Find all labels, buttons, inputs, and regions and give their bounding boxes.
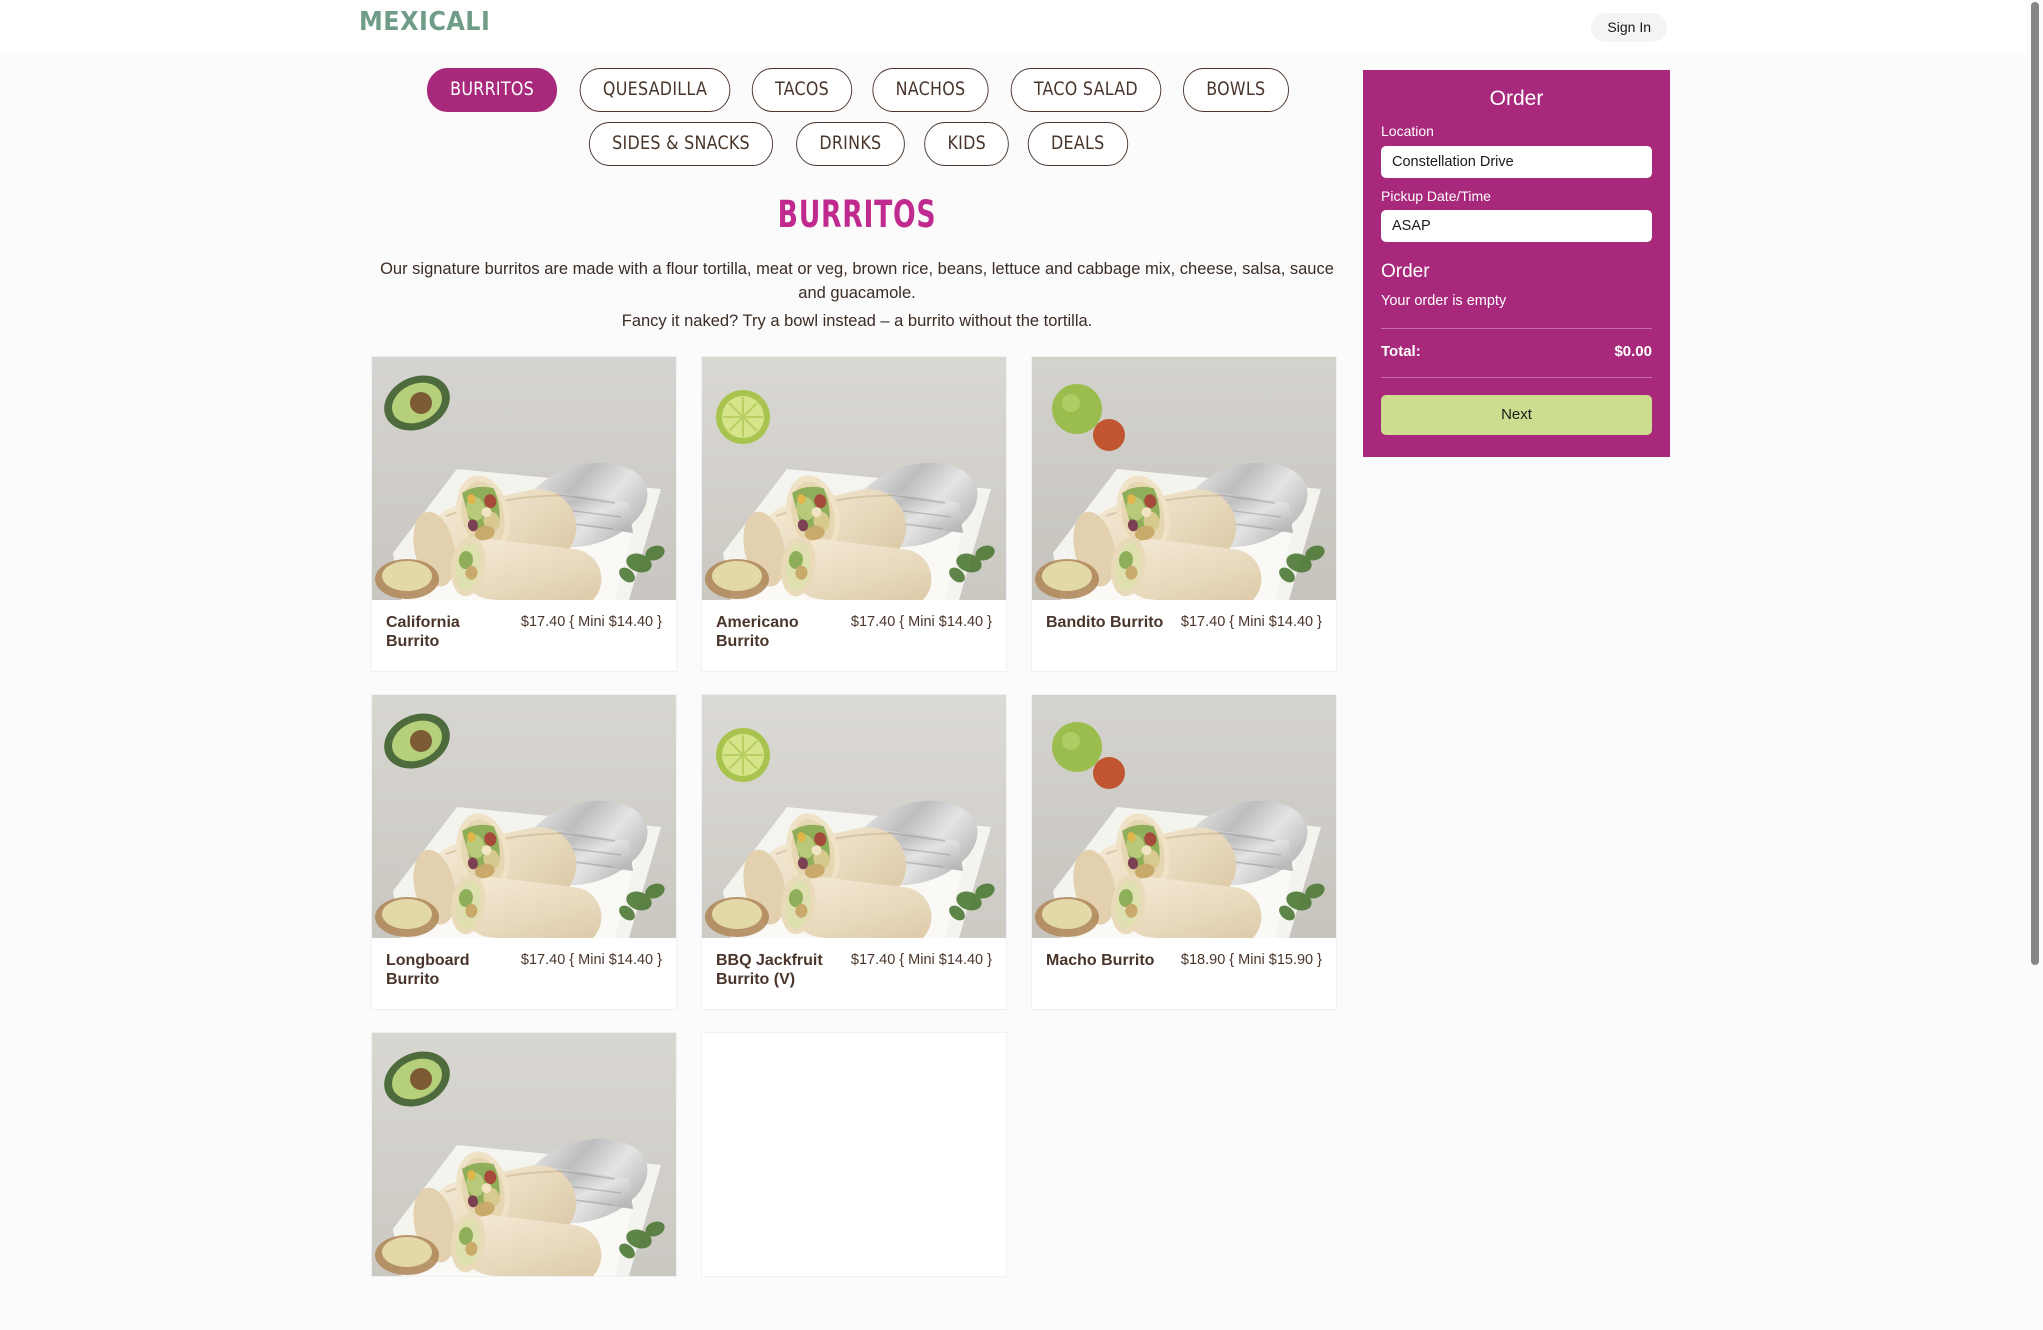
product-image — [1032, 356, 1336, 600]
product-image — [372, 1032, 676, 1276]
product-price: $18.90 { Mini $15.90 } — [1180, 951, 1322, 968]
sign-in-button[interactable]: Sign In — [1591, 13, 1667, 42]
order-divider-bottom — [1381, 377, 1652, 379]
tab-drinks[interactable]: DRINKS — [796, 122, 905, 166]
product-price: $17.40 { Mini $14.40 } — [520, 951, 662, 968]
tab-deals[interactable]: DEALS — [1028, 122, 1129, 166]
product-info: Macho Burrito $18.90 { Mini $15.90 } — [1032, 938, 1336, 1000]
main-content: BURRITOS QUESADILLA TACOS NACHOS TACO SALAD B… — [352, 54, 1362, 1277]
tab-sides-snacks[interactable]: SIDES & SNACKS — [589, 122, 774, 166]
product-card[interactable]: Longboard Burrito $17.40 { Mini $14.40 } — [371, 693, 677, 1010]
product-grid: California Burrito $17.40 { Mini $14.40 } — [352, 355, 1362, 1277]
tab-nachos[interactable]: NACHOS — [872, 68, 989, 112]
product-name: BBQ Jackfruit Burrito (V) — [716, 951, 823, 989]
tab-bowls[interactable]: BOWLS — [1182, 68, 1289, 112]
product-image — [702, 694, 1006, 938]
product-price: $17.40 { Mini $14.40 } — [850, 613, 992, 630]
product-image — [702, 356, 1006, 600]
page-title: BURRITOS — [777, 193, 937, 236]
product-name: Americano Burrito — [716, 613, 799, 651]
order-items-heading: Order — [1381, 261, 1430, 283]
tab-tacos[interactable]: TACOS — [751, 68, 853, 112]
order-total-label: Total: — [1381, 343, 1421, 361]
site-header: MEXICALI Sign In — [0, 0, 2035, 54]
product-info: Americano Burrito $17.40 { Mini $14.40 } — [702, 600, 1006, 671]
product-price: $17.40 { Mini $14.40 } — [850, 951, 992, 968]
order-panel-title: Order — [1489, 87, 1544, 110]
product-info: Bandito Burrito $17.40 { Mini $14.40 } — [1032, 600, 1336, 662]
product-name: Longboard Burrito — [386, 951, 470, 989]
product-card[interactable] — [701, 1031, 1007, 1277]
product-price: $17.40 { Mini $14.40 } — [520, 613, 662, 630]
product-name: Bandito Burrito — [1046, 613, 1164, 631]
order-total-amount: $0.00 — [1614, 343, 1652, 361]
pickup-datetime-input[interactable] — [1381, 210, 1652, 243]
product-price: $17.40 { Mini $14.40 } — [1180, 613, 1322, 630]
tab-burritos[interactable]: BURRITOS — [426, 68, 557, 112]
product-info: Longboard Burrito $17.40 { Mini $14.40 } — [372, 938, 676, 1009]
tab-kids[interactable]: KIDS — [924, 122, 1010, 166]
product-card[interactable] — [371, 1031, 677, 1277]
order-total-row: Total: $0.00 — [1381, 329, 1652, 360]
tab-quesadilla[interactable]: QUESADILLA — [579, 68, 731, 112]
order-panel: Order Location Pickup Date/Time Order Yo… — [1363, 70, 1670, 458]
vertical-scrollbar[interactable] — [2027, 0, 2043, 1330]
category-tabs: BURRITOS QUESADILLA TACOS NACHOS TACO SALAD B… — [417, 54, 1297, 166]
product-info: California Burrito $17.40 { Mini $14.40 } — [372, 600, 676, 671]
product-card[interactable]: Bandito Burrito $17.40 { Mini $14.40 } — [1031, 355, 1337, 672]
section-description-line-2: Fancy it naked? Try a bowl instead – a b… — [621, 311, 1093, 330]
section-description: Our signature burritos are made with a f… — [352, 258, 1362, 334]
product-card[interactable]: California Burrito $17.40 { Mini $14.40 } — [371, 355, 677, 672]
product-info: BBQ Jackfruit Burrito (V) $17.40 { Mini $… — [702, 938, 1006, 1009]
product-image — [1032, 694, 1336, 938]
section-description-line-1: Our signature burritos are made with a f… — [380, 260, 1334, 302]
next-button[interactable]: Next — [1381, 395, 1652, 436]
location-label: Location — [1381, 123, 1434, 140]
product-name: California Burrito — [386, 613, 460, 651]
product-name: Macho Burrito — [1046, 951, 1155, 969]
location-input[interactable] — [1381, 145, 1652, 178]
pickup-label: Pickup Date/Time — [1381, 187, 1491, 204]
product-image — [372, 356, 676, 600]
scrollbar-thumb[interactable] — [2031, 2, 2039, 965]
order-empty-message: Your order is empty — [1381, 293, 1507, 310]
product-card[interactable]: Americano Burrito $17.40 { Mini $14.40 } — [701, 355, 1007, 672]
product-card[interactable]: Macho Burrito $18.90 { Mini $15.90 } — [1031, 693, 1337, 1010]
product-image — [372, 694, 676, 938]
product-image — [702, 1032, 1006, 1276]
product-card[interactable]: BBQ Jackfruit Burrito (V) $17.40 { Mini $… — [701, 693, 1007, 1010]
tab-taco-salad[interactable]: TACO SALAD — [1010, 68, 1162, 112]
brand-logo[interactable]: MEXICALI — [359, 9, 490, 35]
